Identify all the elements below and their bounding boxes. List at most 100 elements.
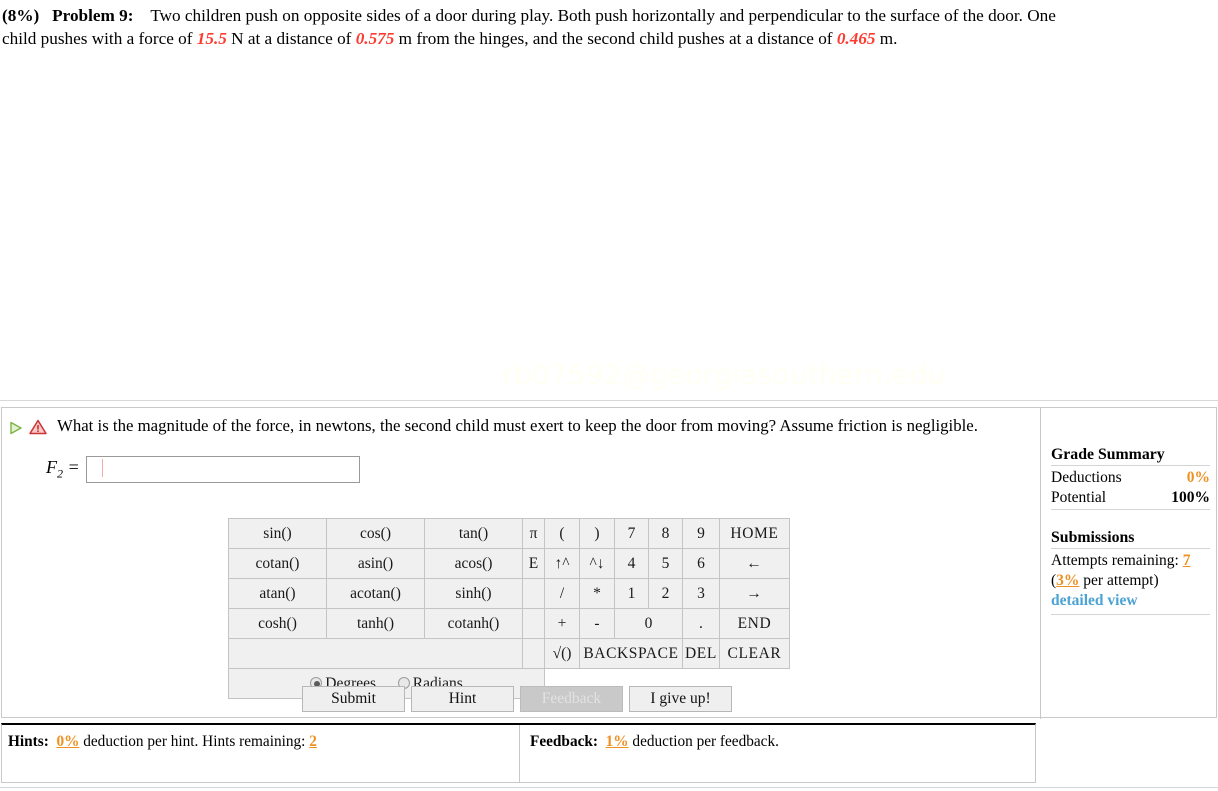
deductions-label: Deductions: [1051, 469, 1122, 486]
detailed-view-link[interactable]: detailed view: [1051, 592, 1138, 609]
divider: [1051, 548, 1210, 549]
key-acotan[interactable]: acotan(): [326, 578, 425, 609]
detailed-view-link-row: detailed view: [1051, 591, 1210, 611]
give-up-button[interactable]: I give up!: [629, 686, 732, 712]
key-blank: [522, 638, 545, 669]
feedback-cell: Feedback: 1% deduction per feedback.: [520, 725, 1035, 782]
deductions-row: Deductions 0%: [1051, 468, 1210, 488]
problem-text-3: m from the hinges, and the second child …: [394, 29, 837, 49]
problem-label: Problem 9:: [52, 6, 134, 25]
key-multiply[interactable]: *: [579, 578, 615, 609]
warning-icon[interactable]: [29, 419, 47, 435]
key-0[interactable]: 0: [614, 608, 683, 639]
key-atan[interactable]: atan(): [228, 578, 327, 609]
attempts-row: Attempts remaining: 7: [1051, 551, 1210, 571]
text-caret: [102, 459, 103, 477]
hints-text: deduction per hint. Hints remaining:: [79, 733, 310, 750]
key-3[interactable]: 3: [682, 578, 720, 609]
key-5[interactable]: 5: [648, 548, 683, 579]
action-buttons: Submit Hint Feedback I give up!: [302, 686, 732, 712]
key-arrow-left[interactable]: ←: [718, 548, 790, 579]
key-home[interactable]: HOME: [718, 518, 790, 549]
key-sin[interactable]: sin(): [228, 518, 327, 549]
submissions-title: Submissions: [1051, 529, 1135, 546]
feedback-text: deduction per feedback.: [628, 733, 779, 750]
key-blank: [522, 608, 545, 639]
key-cotanh[interactable]: cotanh(): [424, 608, 523, 639]
attempts-label: Attempts remaining:: [1051, 552, 1179, 569]
answer-row: F2 =: [46, 456, 360, 483]
key-1[interactable]: 1: [614, 578, 649, 609]
key-plus[interactable]: +: [544, 608, 580, 639]
key-del[interactable]: DEL: [682, 638, 720, 669]
key-tanh[interactable]: tanh(): [326, 608, 425, 639]
key-cosh[interactable]: cosh(): [228, 608, 327, 639]
hints-label: Hints:: [8, 733, 49, 750]
feedback-button[interactable]: Feedback: [520, 686, 623, 712]
key-divide[interactable]: /: [544, 578, 580, 609]
problem-distance-2-value: 0.465: [836, 29, 876, 49]
feedback-label: Feedback:: [530, 733, 598, 750]
key-4[interactable]: 4: [614, 548, 649, 579]
hints-remaining-value: 2: [309, 733, 317, 750]
potential-row: Potential 100%: [1051, 488, 1210, 508]
keypad-row: √() BACKSPACE DEL CLEAR: [228, 638, 790, 669]
play-icon[interactable]: [8, 420, 24, 436]
key-cotan[interactable]: cotan(): [228, 548, 327, 579]
problem-percent: (8%): [2, 6, 40, 25]
key-tan[interactable]: tan(): [424, 518, 523, 549]
per-attempt-row: (3% per attempt): [1051, 571, 1210, 591]
page-bottom-divider: [0, 787, 1218, 788]
calculator-keypad: sin() cos() tan() π ( ) 7 8 9 HOME cotan…: [228, 518, 790, 699]
problem-distance-1-value: 0.575: [355, 29, 395, 49]
grade-summary-title: Grade Summary: [1051, 446, 1165, 463]
key-clear[interactable]: CLEAR: [718, 638, 790, 669]
key-exponent-down[interactable]: ^↓: [579, 548, 615, 579]
key-asin[interactable]: asin(): [326, 548, 425, 579]
key-end[interactable]: END: [718, 608, 790, 639]
problem-text-4: m.: [875, 29, 898, 49]
potential-value: 100%: [1171, 489, 1210, 506]
key-arrow-right[interactable]: →: [718, 578, 790, 609]
key-pi[interactable]: π: [522, 518, 545, 549]
key-minus[interactable]: -: [579, 608, 615, 639]
key-acos[interactable]: acos(): [424, 548, 523, 579]
key-blank: [522, 578, 545, 609]
divider: [1051, 465, 1210, 466]
key-close-paren[interactable]: ): [579, 518, 615, 549]
submit-button[interactable]: Submit: [302, 686, 405, 712]
key-9[interactable]: 9: [682, 518, 720, 549]
email-watermark: rb07592@georgiasouthern.edu: [502, 358, 946, 391]
key-exponent-up[interactable]: ↑^: [544, 548, 580, 579]
key-2[interactable]: 2: [648, 578, 683, 609]
question-text: What is the magnitude of the force, in n…: [57, 416, 978, 435]
problem-text-2: N at a distance of: [226, 29, 356, 49]
keypad-row: cotan() asin() acos() E ↑^ ^↓ 4 5 6 ←: [228, 548, 790, 579]
per-attempt-text: per attempt): [1079, 572, 1159, 589]
key-6[interactable]: 6: [682, 548, 720, 579]
hints-deduction-value: 0%: [56, 733, 80, 750]
attempts-value: 7: [1182, 552, 1191, 569]
keypad-row: sin() cos() tan() π ( ) 7 8 9 HOME: [228, 518, 790, 549]
keypad-row: cosh() tanh() cotanh() + - 0 . END: [228, 608, 790, 639]
key-decimal-point[interactable]: .: [682, 608, 720, 639]
divider: [1051, 614, 1210, 615]
key-cos[interactable]: cos(): [326, 518, 425, 549]
hints-cell: Hints: 0% deduction per hint. Hints rema…: [2, 725, 520, 782]
key-7[interactable]: 7: [614, 518, 649, 549]
answer-input[interactable]: [85, 456, 360, 483]
keypad-spacer: [228, 638, 523, 669]
key-8[interactable]: 8: [648, 518, 683, 549]
key-sinh[interactable]: sinh(): [424, 578, 523, 609]
key-open-paren[interactable]: (: [544, 518, 580, 549]
deductions-value: 0%: [1186, 469, 1210, 486]
key-e[interactable]: E: [522, 548, 545, 579]
hint-button[interactable]: Hint: [411, 686, 514, 712]
key-sqrt[interactable]: √(): [544, 638, 580, 669]
hints-feedback-bar: Hints: 0% deduction per hint. Hints rema…: [1, 723, 1036, 783]
divider: [1051, 509, 1210, 510]
problem-force-value: 15.5: [196, 29, 227, 49]
keypad-row: atan() acotan() sinh() / * 1 2 3 →: [228, 578, 790, 609]
key-backspace[interactable]: BACKSPACE: [579, 638, 683, 669]
problem-statement: (8%) Problem 9: Two children push on opp…: [2, 4, 1092, 51]
